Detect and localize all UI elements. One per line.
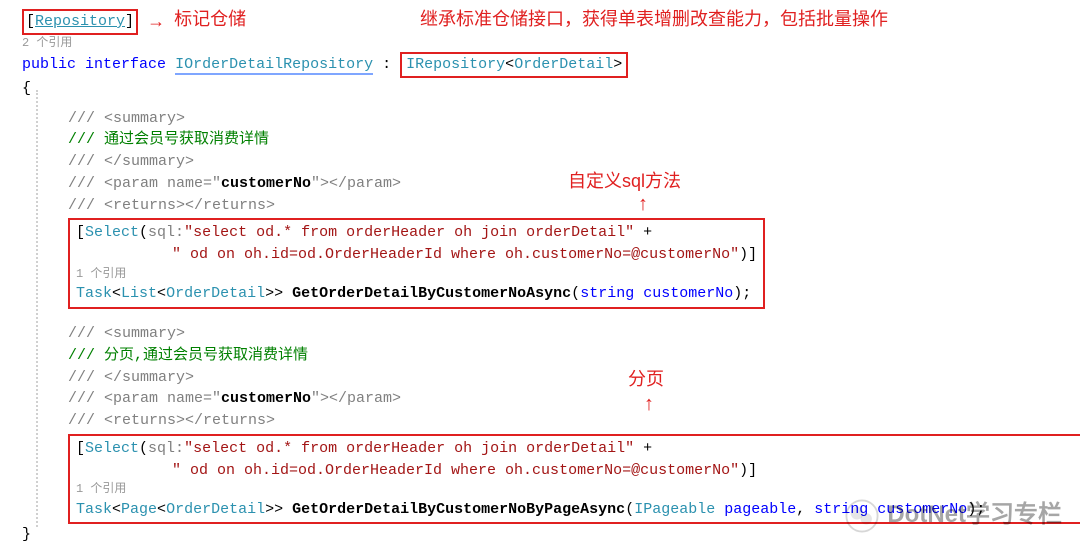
interface-name: IOrderDetailRepository: [175, 56, 373, 75]
xml-doc: /// </summary>: [20, 151, 1070, 173]
method-name: GetOrderDetailByCustomerNoAsync: [292, 285, 571, 302]
xml-doc: /// <summary>: [20, 323, 1070, 345]
xml-doc: /// <param name="customerNo"></param>: [20, 388, 1070, 410]
box-method1: [Select(sql:"select od.* from orderHeade…: [68, 218, 765, 309]
fold-guide-line: [36, 90, 38, 527]
codelens-refs: 1 个引用: [76, 266, 757, 283]
code-line: public interface IOrderDetailRepository …: [20, 52, 1070, 78]
brace-open: {: [20, 78, 1070, 100]
code-line: [Select(sql:"select od.* from orderHeade…: [20, 216, 1070, 309]
code-line: [Select(sql:"select od.* from orderHeade…: [20, 432, 1070, 525]
method-name: GetOrderDetailByCustomerNoByPageAsync: [292, 501, 625, 518]
attr-repository: Repository: [35, 13, 125, 30]
annotation-mark-repo: 标记仓储: [174, 9, 246, 29]
arrow-right-icon: →: [147, 8, 165, 34]
arrow-up-icon: ↑: [644, 390, 654, 419]
box-method2: [Select(sql:"select od.* from orderHeade…: [68, 434, 1080, 525]
code-screenshot: 继承标准仓储接口，获得单表增删改查能力，包括批量操作 [Repository] …: [0, 0, 1080, 547]
box-inherit: IRepository<OrderDetail>: [400, 52, 628, 78]
annotation-paging: 分页: [628, 366, 664, 392]
annotation-inherit-text: 继承标准仓储接口，获得单表增删改查能力，包括批量操作: [420, 6, 888, 32]
xml-doc: /// <param name="customerNo"></param>: [20, 173, 1070, 195]
codelens-refs: 2 个引用: [20, 35, 1070, 52]
xml-doc: /// 通过会员号获取消费详情: [20, 129, 1070, 151]
box-repository-attr: [Repository]: [22, 9, 138, 35]
annotation-custom-sql: 自定义sql方法: [568, 168, 681, 194]
xml-doc: /// <returns></returns>: [20, 410, 1070, 432]
xml-doc: /// <returns></returns>: [20, 195, 1070, 217]
xml-doc: /// </summary>: [20, 367, 1070, 389]
xml-doc: /// 分页,通过会员号获取消费详情: [20, 345, 1070, 367]
arrow-up-icon: ↑: [638, 190, 648, 219]
codelens-refs: 1 个引用: [76, 481, 1080, 498]
xml-doc: /// <summary>: [20, 108, 1070, 130]
brace-close: }: [20, 524, 1070, 546]
